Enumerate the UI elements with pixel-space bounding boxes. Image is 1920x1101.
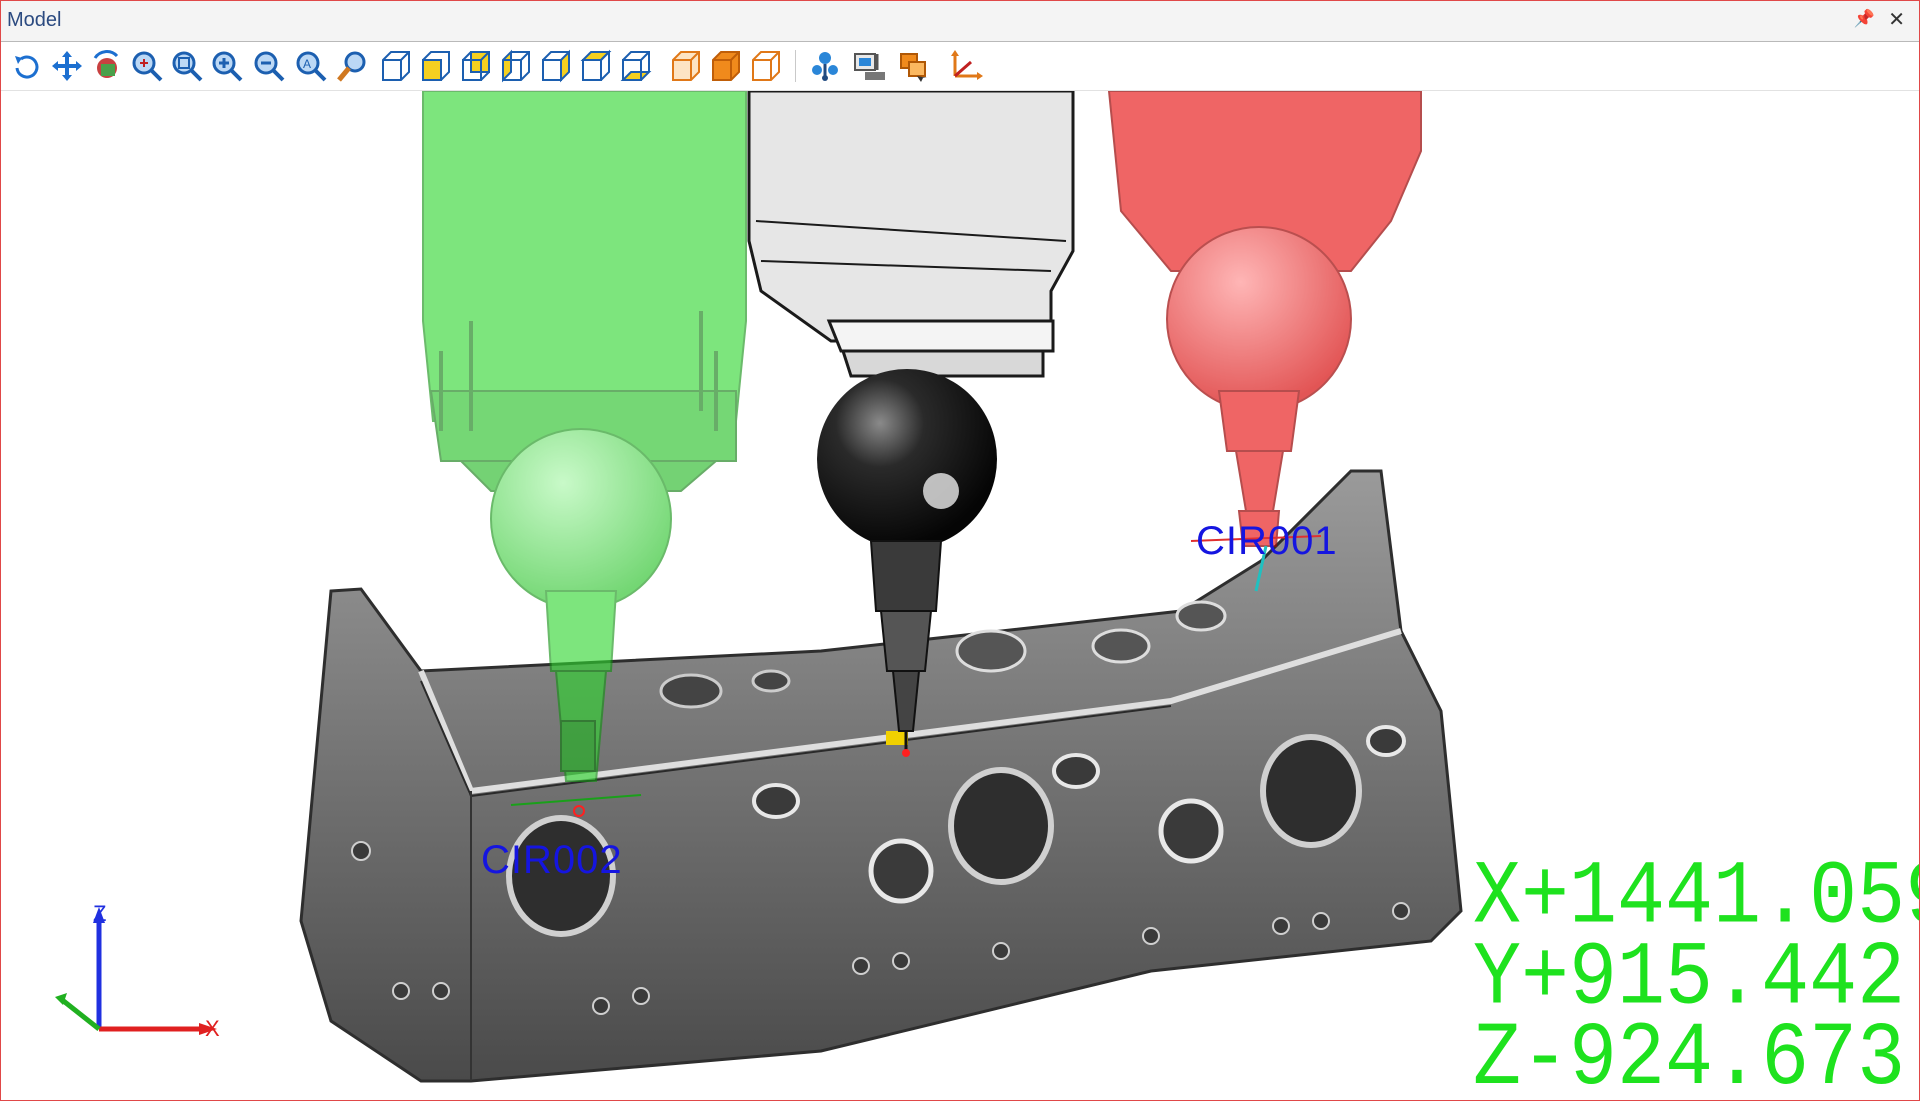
triad-z-label: Z <box>93 901 107 926</box>
render-wireframe-icon[interactable] <box>667 48 703 84</box>
readout-z-sign: - <box>1521 1009 1570 1101</box>
view-front-icon[interactable] <box>417 48 453 84</box>
machine-setup-icon[interactable] <box>851 48 887 84</box>
view-right-icon[interactable] <box>537 48 573 84</box>
window-title: Model <box>7 9 62 31</box>
toolbar-separator <box>795 50 796 82</box>
rotate-part-icon[interactable] <box>89 48 125 84</box>
copy-view-icon[interactable] <box>895 48 931 84</box>
pan-view-icon[interactable] <box>49 48 85 84</box>
pin-icon[interactable]: 📌 <box>1854 9 1875 29</box>
view-iso-icon[interactable] <box>377 48 413 84</box>
feature-label-cir002[interactable]: CIR002 <box>481 838 623 883</box>
zoom-in-icon[interactable] <box>209 48 245 84</box>
triad-x-label: X <box>205 1016 220 1041</box>
probe-settings-icon[interactable] <box>807 48 843 84</box>
rotate-view-icon[interactable] <box>9 48 45 84</box>
close-icon[interactable]: ✕ <box>1888 7 1905 32</box>
view-back-icon[interactable] <box>457 48 493 84</box>
readout-z-axis: Z <box>1473 1009 1522 1101</box>
render-shaded-icon[interactable] <box>707 48 743 84</box>
zoom-window-icon[interactable] <box>169 48 205 84</box>
title-bar: Model 📌 ✕ <box>1 1 1919 42</box>
zoom-selection-icon[interactable] <box>335 48 371 84</box>
view-top-icon[interactable] <box>577 48 613 84</box>
zoom-fit-icon[interactable] <box>129 48 165 84</box>
feature-label-cir001[interactable]: CIR001 <box>1196 519 1338 564</box>
zoom-all-icon[interactable]: A <box>293 48 329 84</box>
svg-text:A: A <box>303 57 311 71</box>
coordinate-readout: X + 1441.059 Y + 915.442 Z - 924.673 <box>1473 854 1919 1101</box>
render-outline-icon[interactable] <box>747 48 783 84</box>
model-viewport[interactable]: CIR001 CIR002 Z X X + 1441.059 Y + 915.4… <box>1 89 1919 1101</box>
coordinate-system-icon[interactable] <box>947 48 983 84</box>
readout-row-z: Z - 924.673 <box>1473 1009 1905 1101</box>
view-left-icon[interactable] <box>497 48 533 84</box>
view-bottom-icon[interactable] <box>617 48 653 84</box>
readout-z-value: 924.673 <box>1569 1009 1906 1101</box>
model-window: Model 📌 ✕ A CIR001 CIR002 Z X X + 1441.0… <box>0 0 1920 1101</box>
view-toolbar: A <box>1 42 1919 91</box>
zoom-out-icon[interactable] <box>251 48 287 84</box>
